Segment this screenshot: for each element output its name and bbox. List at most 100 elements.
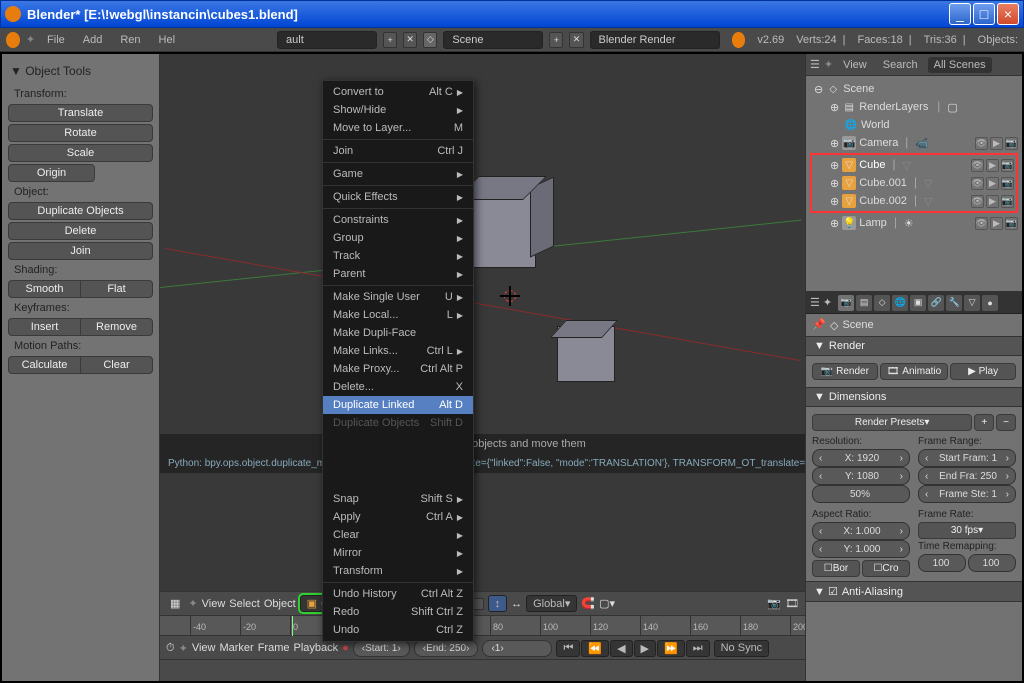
res-x-field[interactable]: ‹X: 1920›	[812, 449, 910, 467]
menu-clear[interactable]: Clear	[323, 526, 473, 544]
del-scene-button[interactable]: ✕	[569, 32, 583, 48]
menu-transform[interactable]: Transform	[323, 562, 473, 580]
play-button[interactable]: ▶ Play	[950, 363, 1016, 380]
dimensions-header[interactable]: ▼ Dimensions	[806, 387, 1022, 407]
menu-move-layer[interactable]: Move to Layer...M	[323, 119, 473, 137]
render-toggle[interactable]: 📷	[1001, 159, 1014, 172]
outliner-scene-row[interactable]: ⊖◇ Scene	[810, 80, 1018, 98]
tl-menu-view[interactable]: View	[192, 642, 216, 654]
world-tab-icon[interactable]: 🌐	[892, 295, 908, 311]
editor-type-icon[interactable]: ▦	[166, 597, 184, 610]
new-layout-button[interactable]: +	[383, 32, 397, 48]
menu-track[interactable]: Track	[323, 247, 473, 265]
frame-step-field[interactable]: ‹Frame Ste: 1›	[918, 485, 1016, 503]
object-tab-icon[interactable]: ▣	[910, 295, 926, 311]
outliner-view-menu[interactable]: View	[837, 57, 873, 73]
menu-apply[interactable]: ApplyCtrl A	[323, 508, 473, 526]
remap-new-field[interactable]: 100	[968, 554, 1016, 572]
props-type-icon[interactable]: ☰ ✦	[810, 296, 832, 309]
modifier-tab-icon[interactable]: 🔧	[946, 295, 962, 311]
render-anim-icon[interactable]: 🎞	[785, 597, 799, 610]
crop-toggle[interactable]: ☐ Cro	[862, 560, 910, 577]
remap-old-field[interactable]: 100	[918, 554, 966, 572]
menu-make-local[interactable]: Make Local...L	[323, 306, 473, 324]
layout-dropdown[interactable]: ault	[277, 31, 377, 49]
render-engine-dropdown[interactable]: Blender Render	[590, 31, 720, 49]
rotate-button[interactable]: Rotate	[8, 124, 153, 142]
menu-duplicate-linked[interactable]: Duplicate LinkedAlt D	[323, 396, 473, 414]
render-toggle[interactable]: 📷	[1001, 177, 1014, 190]
smooth-button[interactable]: Smooth	[8, 280, 80, 298]
render-toggle[interactable]: 📷	[1005, 137, 1018, 150]
render-icon[interactable]: 📷	[767, 597, 781, 610]
render-tab-icon[interactable]: 📷	[838, 295, 854, 311]
render-toggle[interactable]: 📷	[1001, 195, 1014, 208]
blender-icon[interactable]	[6, 32, 20, 48]
duplicate-button[interactable]: Duplicate Objects	[8, 202, 153, 220]
scene-browse-icon[interactable]: ◇	[423, 32, 437, 48]
insert-keyframe-button[interactable]: Insert	[8, 318, 80, 336]
manip-arrows-icon[interactable]: ↔	[511, 598, 522, 610]
select-toggle[interactable]: ▶	[990, 137, 1003, 150]
res-y-field[interactable]: ‹Y: 1080›	[812, 467, 910, 485]
render-button[interactable]: 📷 Render	[812, 363, 878, 380]
material-tab-icon[interactable]: ●	[982, 295, 998, 311]
menu-undo[interactable]: UndoCtrl Z	[323, 621, 473, 639]
viewport-3d[interactable]: Duplicate selected objects and move them…	[160, 54, 805, 681]
menu-join[interactable]: JoinCtrl J	[323, 142, 473, 160]
visible-toggle[interactable]: 👁	[971, 195, 984, 208]
window-minimize-button[interactable]: _	[949, 3, 971, 25]
new-scene-button[interactable]: +	[549, 32, 563, 48]
vp-menu-view[interactable]: View	[202, 598, 226, 610]
anti-aliasing-header[interactable]: ▼ ☑ Anti-Aliasing	[806, 581, 1022, 602]
timeline-ruler[interactable]: -40-20020406080100120140160180200220240	[160, 616, 805, 636]
del-layout-button[interactable]: ✕	[403, 32, 417, 48]
menu-dupli-face[interactable]: Make Dupli-Face	[323, 324, 473, 342]
aspect-y-field[interactable]: ‹Y: 1.000›	[812, 540, 910, 558]
menu-add[interactable]: Add	[77, 32, 109, 48]
outliner-tree[interactable]: ⊖◇ Scene ⊕▤ RenderLayers ｜▢ 🌐 World ⊕📷 C…	[806, 76, 1022, 291]
menu-duplicate-objects[interactable]: Duplicate ObjectsShift D	[323, 414, 473, 432]
menu-help[interactable]: Hel	[153, 32, 182, 48]
menu-undo-history[interactable]: Undo HistoryCtrl Alt Z	[323, 585, 473, 603]
tl-menu-playback[interactable]: Playback	[293, 642, 338, 654]
cube-object[interactable]	[464, 192, 536, 268]
scene-tab-icon[interactable]: ◇	[874, 295, 890, 311]
menu-group[interactable]: Group	[323, 229, 473, 247]
play-button[interactable]: ▶	[634, 640, 656, 657]
select-toggle[interactable]: ▶	[990, 217, 1003, 230]
timeline-type-icon[interactable]: ⏱	[166, 642, 175, 655]
aspect-x-field[interactable]: ‹X: 1.000›	[812, 522, 910, 540]
outliner-cube001-row[interactable]: ⊕▽ Cube.001｜▽ 👁 ▶ 📷	[814, 174, 1014, 192]
outliner-camera-row[interactable]: ⊕📷 Camera｜📹 👁 ▶ 📷	[810, 134, 1018, 152]
sync-dropdown[interactable]: No Sync	[714, 640, 770, 657]
outliner-mode-dropdown[interactable]: All Scenes	[928, 57, 992, 73]
visible-toggle[interactable]: 👁	[975, 217, 988, 230]
snap-icon[interactable]: 🧲	[581, 597, 595, 610]
outliner-cube002-row[interactable]: ⊕▽ Cube.002｜▽ 👁 ▶ 📷	[814, 192, 1014, 210]
menu-delete[interactable]: Delete...X	[323, 378, 473, 396]
menu-render[interactable]: Ren	[114, 32, 146, 48]
menu-parent[interactable]: Parent	[323, 265, 473, 283]
menu-constraints[interactable]: Constraints	[323, 211, 473, 229]
menu-redo[interactable]: RedoShift Ctrl Z	[323, 603, 473, 621]
start-frame-field[interactable]: ‹Start Fram: 1›	[918, 449, 1016, 467]
delete-button[interactable]: Delete	[8, 222, 153, 240]
menu-make-proxy[interactable]: Make Proxy...Ctrl Alt P	[323, 360, 473, 378]
animation-button[interactable]: 🎞 Animatio	[880, 363, 948, 380]
prev-keyframe-button[interactable]: ⏪	[581, 640, 609, 657]
flat-button[interactable]: Flat	[80, 280, 153, 298]
vp-menu-select[interactable]: Select	[229, 598, 260, 610]
vp-menu-object[interactable]: Object	[264, 598, 296, 610]
visible-toggle[interactable]: 👁	[975, 137, 988, 150]
menu-game[interactable]: Game	[323, 165, 473, 183]
outliner-search-menu[interactable]: Search	[877, 57, 924, 73]
manipulator-toggle[interactable]: ↕	[488, 595, 508, 612]
select-toggle[interactable]: ▶	[986, 177, 999, 190]
current-frame-field[interactable]: ‹1›	[482, 640, 552, 657]
snap-type-icon[interactable]: ▢▾	[599, 597, 615, 610]
window-close-button[interactable]: ×	[997, 3, 1019, 25]
origin-button[interactable]: Origin	[8, 164, 95, 182]
jump-start-button[interactable]: ⏮	[556, 640, 580, 657]
del-preset-button[interactable]: −	[996, 414, 1016, 431]
